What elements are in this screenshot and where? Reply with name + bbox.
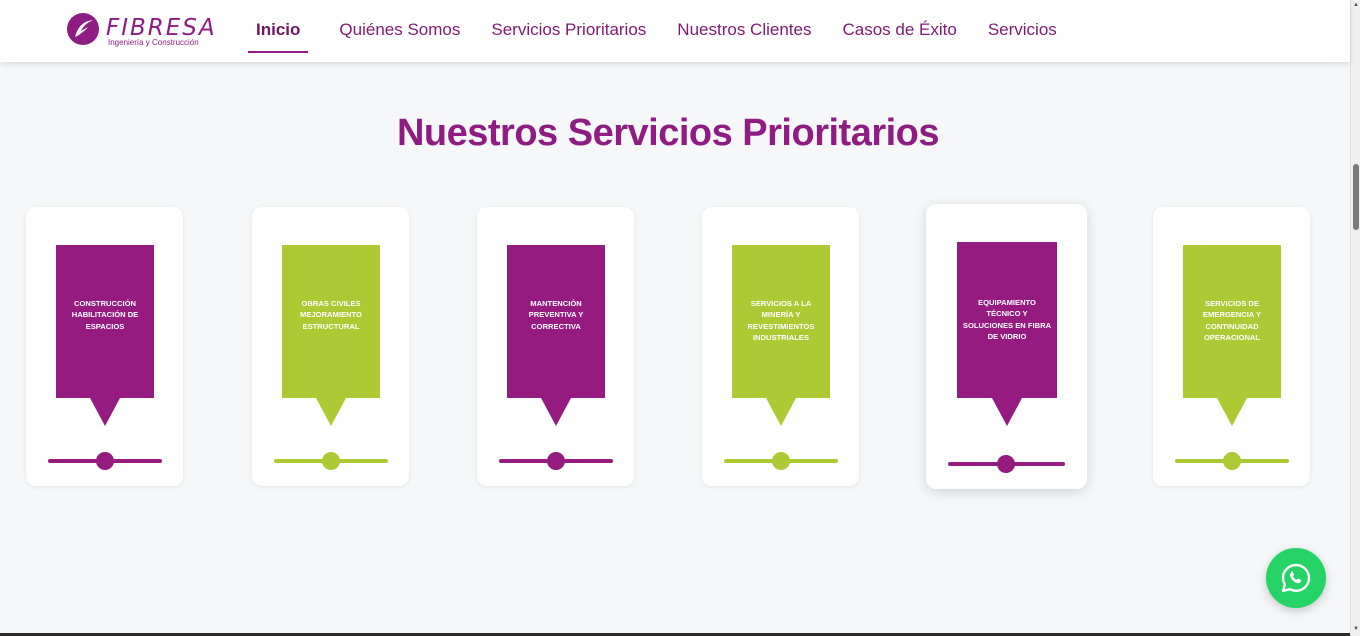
- service-card[interactable]: EQUIPAMIENTO TÉCNICO Y SOLUCIONES EN FIB…: [926, 204, 1087, 489]
- slider-knob: [772, 452, 790, 470]
- service-banner: SERVICIOS A LA MINERÍA Y REVESTIMIENTOS …: [732, 245, 830, 426]
- banner-pointer: [90, 398, 120, 426]
- service-card[interactable]: MANTENCIÓN PREVENTIVA Y CORRECTIVA: [477, 207, 634, 486]
- service-slider: [724, 452, 838, 470]
- page-scrollbar[interactable]: ▲ ▼: [1350, 0, 1360, 636]
- service-banner: EQUIPAMIENTO TÉCNICO Y SOLUCIONES EN FIB…: [957, 242, 1057, 426]
- nav-item-servicios[interactable]: Servicios: [988, 0, 1057, 56]
- whatsapp-button[interactable]: [1266, 548, 1326, 608]
- service-banner: OBRAS CIVILES MEJORAMIENTO ESTRUCTURAL: [282, 245, 380, 426]
- service-banner: MANTENCIÓN PREVENTIVA Y CORRECTIVA: [507, 245, 605, 426]
- service-slider: [948, 455, 1065, 473]
- service-slider: [1175, 452, 1289, 470]
- nav-item-servicios-prioritarios[interactable]: Servicios Prioritarios: [491, 0, 646, 56]
- banner-pointer: [316, 398, 346, 426]
- service-banner: SERVICIOS DE EMERGENCIA Y CONTINUIDAD OP…: [1183, 245, 1281, 426]
- slider-knob: [1223, 452, 1241, 470]
- service-slider: [274, 452, 388, 470]
- nav-item-inicio[interactable]: Inicio: [248, 0, 309, 56]
- fibresa-logo[interactable]: FIBRESA Ingeniería y Construcción: [66, 12, 226, 48]
- banner-pointer: [766, 398, 796, 426]
- service-label: SERVICIOS A LA MINERÍA Y REVESTIMIENTOS …: [747, 299, 815, 343]
- main-nav: Inicio Quiénes Somos Servicios Prioritar…: [248, 0, 1088, 62]
- whatsapp-icon: [1281, 563, 1311, 593]
- section-title: Nuestros Servicios Prioritarios: [396, 112, 940, 154]
- nav-item-quienes-somos[interactable]: Quiénes Somos: [339, 0, 460, 56]
- service-label: EQUIPAMIENTO TÉCNICO Y SOLUCIONES EN FIB…: [962, 298, 1052, 342]
- slider-knob: [997, 455, 1015, 473]
- scroll-up-arrow-icon[interactable]: ▲: [1352, 2, 1360, 8]
- site-header: FIBRESA Ingeniería y Construcción Inicio…: [0, 0, 1350, 62]
- brand-tagline: Ingeniería y Construcción: [108, 38, 199, 47]
- service-label: CONSTRUCCIÓN HABILITACIÓN DE ESPACIOS: [71, 299, 139, 331]
- service-card[interactable]: CONSTRUCCIÓN HABILITACIÓN DE ESPACIOS: [26, 207, 183, 486]
- service-card[interactable]: SERVICIOS DE EMERGENCIA Y CONTINUIDAD OP…: [1153, 207, 1310, 486]
- service-card[interactable]: OBRAS CIVILES MEJORAMIENTO ESTRUCTURAL: [252, 207, 409, 486]
- nav-item-nuestros-clientes[interactable]: Nuestros Clientes: [677, 0, 811, 56]
- service-slider: [48, 452, 162, 470]
- fibresa-logo-icon: [67, 13, 99, 45]
- slider-knob: [547, 452, 565, 470]
- service-label: OBRAS CIVILES MEJORAMIENTO ESTRUCTURAL: [300, 299, 362, 331]
- scroll-thumb[interactable]: [1353, 164, 1359, 230]
- service-label: SERVICIOS DE EMERGENCIA Y CONTINUIDAD OP…: [1202, 299, 1262, 343]
- banner-pointer: [1217, 398, 1247, 426]
- service-slider: [499, 452, 613, 470]
- service-card[interactable]: SERVICIOS A LA MINERÍA Y REVESTIMIENTOS …: [702, 207, 859, 486]
- scroll-down-arrow-icon[interactable]: ▼: [1352, 626, 1360, 632]
- nav-item-casos-de-exito[interactable]: Casos de Éxito: [842, 0, 956, 56]
- slider-knob: [96, 452, 114, 470]
- slider-knob: [322, 452, 340, 470]
- service-banner: CONSTRUCCIÓN HABILITACIÓN DE ESPACIOS: [56, 245, 154, 426]
- banner-pointer: [541, 398, 571, 426]
- service-label: MANTENCIÓN PREVENTIVA Y CORRECTIVA: [528, 299, 584, 331]
- banner-pointer: [992, 398, 1022, 426]
